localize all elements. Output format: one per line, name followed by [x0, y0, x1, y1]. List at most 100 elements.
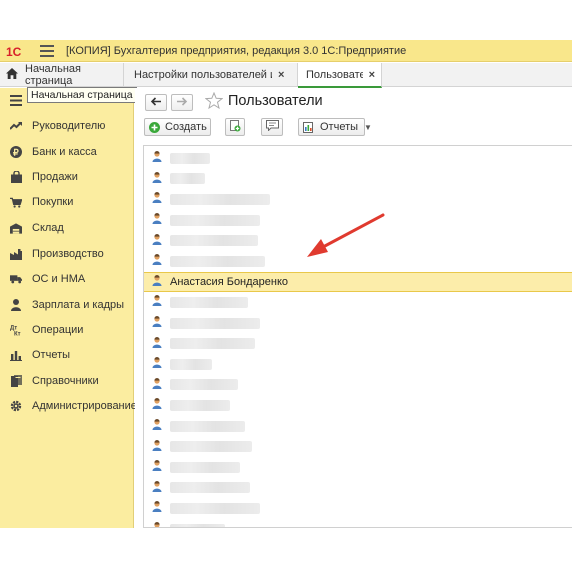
redacted-user-name: [170, 379, 238, 391]
sidebar-item-operations[interactable]: Дт Кт Операции: [0, 319, 134, 341]
list-item[interactable]: [144, 436, 572, 457]
user-icon: [144, 171, 170, 186]
sidebar-item-manager[interactable]: Руководителю: [0, 115, 134, 137]
forward-button[interactable]: [171, 94, 193, 111]
list-item-selected[interactable]: Анастасия Бондаренко: [144, 271, 572, 293]
list-item[interactable]: [144, 375, 572, 396]
bar-chart-icon: [10, 349, 22, 361]
close-icon[interactable]: ×: [369, 69, 375, 81]
trend-chart-icon: [10, 120, 22, 132]
reports-button-label: Отчеты: [320, 121, 359, 133]
list-item[interactable]: [144, 519, 572, 527]
user-icon: [144, 316, 170, 330]
sidebar-item-catalogs[interactable]: Справочники: [0, 370, 134, 392]
list-item[interactable]: [144, 457, 572, 478]
page-bottom-blank: [0, 528, 572, 572]
user-icon: [144, 501, 170, 515]
user-icon: [144, 377, 170, 392]
close-icon[interactable]: ×: [278, 69, 284, 81]
sidebar-item-sales[interactable]: Продажи: [0, 166, 134, 188]
list-item[interactable]: [144, 498, 572, 519]
list-item[interactable]: [144, 478, 572, 499]
redacted-user-name: [170, 214, 260, 226]
sidebar-item-purchases[interactable]: Покупки: [0, 191, 134, 213]
copy-button[interactable]: [225, 118, 245, 136]
user-icon: [144, 151, 170, 165]
list-item[interactable]: [144, 169, 572, 190]
user-icon: [144, 274, 170, 289]
user-icon: [144, 398, 170, 412]
user-icon: [144, 233, 170, 248]
svg-text:Кт: Кт: [14, 332, 21, 337]
sidebar-item-admin[interactable]: Администрирование: [0, 395, 137, 417]
user-icon: [144, 460, 170, 474]
redacted-user-name: [170, 338, 255, 350]
comment-button[interactable]: [261, 118, 283, 136]
reports-button[interactable]: Отчеты ▼: [298, 118, 372, 136]
sidebar-item-reports[interactable]: Отчеты: [0, 344, 134, 366]
redacted-user-name: [170, 152, 210, 164]
person-icon: [10, 299, 22, 311]
sidebar-item-fixed-assets[interactable]: ОС и НМА: [0, 268, 134, 290]
plus-circle-icon: [149, 121, 160, 133]
sidebar-item-label: Руководителю: [32, 120, 106, 132]
list-item[interactable]: [144, 416, 572, 437]
title-bar: 1C [КОПИЯ] Бухгалтерия предприятия, реда…: [0, 40, 572, 62]
tab-home[interactable]: Начальная страница: [0, 63, 124, 87]
gear-icon: [10, 400, 22, 412]
redacted-user-name: [170, 502, 260, 514]
sidebar-item-production[interactable]: Производство: [0, 243, 134, 265]
list-item[interactable]: [144, 313, 572, 334]
warehouse-icon: [10, 222, 22, 234]
redacted-user-name: [170, 255, 265, 267]
star-icon[interactable]: [204, 91, 224, 112]
tabs-bar: Начальная страница Настройки пользовател…: [0, 63, 572, 88]
tab-home-label: Начальная страница: [25, 63, 81, 87]
app-window: 1C [КОПИЯ] Бухгалтерия предприятия, реда…: [0, 0, 572, 528]
shopping-bag-icon: [10, 171, 22, 183]
sidebar-item-warehouse[interactable]: Склад: [0, 217, 134, 239]
list-item[interactable]: [144, 210, 572, 231]
hamburger-icon[interactable]: [40, 44, 54, 57]
create-button[interactable]: Создать: [144, 118, 211, 136]
redacted-user-name: [170, 317, 260, 329]
window-title: [КОПИЯ] Бухгалтерия предприятия, редакци…: [66, 44, 407, 57]
tab-user-settings[interactable]: Настройки пользователей и прав ×: [126, 63, 298, 87]
redacted-user-name: [170, 441, 252, 453]
users-list[interactable]: Анастасия Бондаренко: [143, 145, 572, 528]
list-item[interactable]: [144, 189, 572, 210]
redacted-user-name: [170, 399, 230, 411]
user-icon: [144, 192, 170, 206]
home-icon: [6, 68, 18, 82]
arrow-right-icon: [176, 96, 188, 109]
redacted-user-name: [170, 482, 250, 494]
list-item[interactable]: [144, 148, 572, 169]
1c-logo-icon[interactable]: 1C: [6, 44, 32, 58]
list-item[interactable]: [144, 292, 572, 313]
dt-kt-icon: Дт Кт: [10, 324, 22, 337]
sidebar-item-label: Отчеты: [32, 349, 71, 361]
shopping-cart-icon: [10, 196, 22, 208]
truck-icon: [10, 273, 22, 285]
user-icon: [144, 439, 170, 454]
list-item[interactable]: [144, 354, 572, 375]
redacted-user-name: [170, 461, 240, 473]
list-item[interactable]: [144, 230, 572, 251]
list-item[interactable]: [144, 251, 572, 272]
sidebar-item-label: Администрирование: [32, 400, 137, 412]
list-item[interactable]: [144, 395, 572, 416]
sidebar-item-label: Операции: [32, 324, 84, 336]
comment-icon: [265, 120, 279, 134]
redacted-user-name: [170, 420, 245, 432]
sidebar-item-bank[interactable]: ₽ Банк и касса: [0, 141, 134, 163]
factory-icon: [10, 248, 22, 260]
user-icon: [144, 336, 170, 351]
list-item[interactable]: [144, 333, 572, 354]
sidebar-item-label: Банк и касса: [32, 146, 97, 158]
tab-users[interactable]: Пользователи ×: [298, 63, 382, 88]
redacted-user-name: [170, 193, 270, 205]
svg-text:1C: 1C: [6, 45, 22, 57]
sidebar-item-label: Склад: [32, 222, 64, 234]
sidebar-item-salary[interactable]: Зарплата и кадры: [0, 294, 134, 316]
back-button[interactable]: [145, 94, 167, 111]
